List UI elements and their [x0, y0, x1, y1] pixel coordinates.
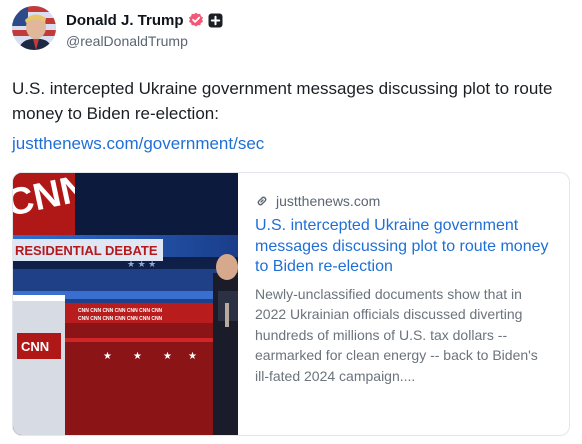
banner-text: RESIDENTIAL DEBATE: [15, 243, 158, 258]
name-row: Donald J. Trump: [66, 11, 223, 29]
svg-text:★: ★: [133, 351, 142, 362]
svg-text:★ ★ ★: ★ ★ ★: [127, 259, 156, 269]
avatar[interactable]: [12, 6, 56, 50]
link-icon: [255, 194, 269, 208]
card-domain: justthenews.com: [276, 193, 381, 209]
post-link[interactable]: justthenews.com/government/sec: [12, 131, 264, 156]
svg-text:★: ★: [188, 351, 197, 362]
svg-text:★: ★: [163, 351, 172, 362]
display-name[interactable]: Donald J. Trump: [66, 12, 184, 29]
handle[interactable]: @realDonaldTrump: [66, 33, 188, 49]
svg-text:CNN CNN CNN CNN CNN CNN CNN: CNN CNN CNN CNN CNN CNN CNN: [78, 316, 163, 322]
profile-photo: [12, 6, 56, 50]
card-description: Newly-unclassified documents show that i…: [255, 285, 538, 384]
card-body: justthenews.com U.S. intercepted Ukraine…: [255, 191, 555, 386]
domain-row: justthenews.com: [255, 191, 555, 211]
svg-text:CNN CNN CNN CNN CNN CNN CNN: CNN CNN CNN CNN CNN CNN CNN: [78, 308, 163, 314]
link-preview-card[interactable]: CNN RESIDENTIAL DEBATE ★ ★ ★ CNN CNN CNN…: [12, 172, 570, 436]
post-text: U.S. intercepted Ukraine government mess…: [12, 79, 553, 123]
plus-badge-icon: [208, 13, 223, 28]
post-header: Donald J. Trump @realDonaldTrump: [12, 6, 572, 50]
card-title[interactable]: U.S. intercepted Ukraine government mess…: [255, 216, 555, 278]
verified-badge-icon: [188, 12, 204, 28]
image-logo-text: CNN: [21, 339, 49, 354]
debate-stage-photo: CNN RESIDENTIAL DEBATE ★ ★ ★ CNN CNN CNN…: [13, 173, 238, 435]
svg-text:★: ★: [103, 351, 112, 362]
